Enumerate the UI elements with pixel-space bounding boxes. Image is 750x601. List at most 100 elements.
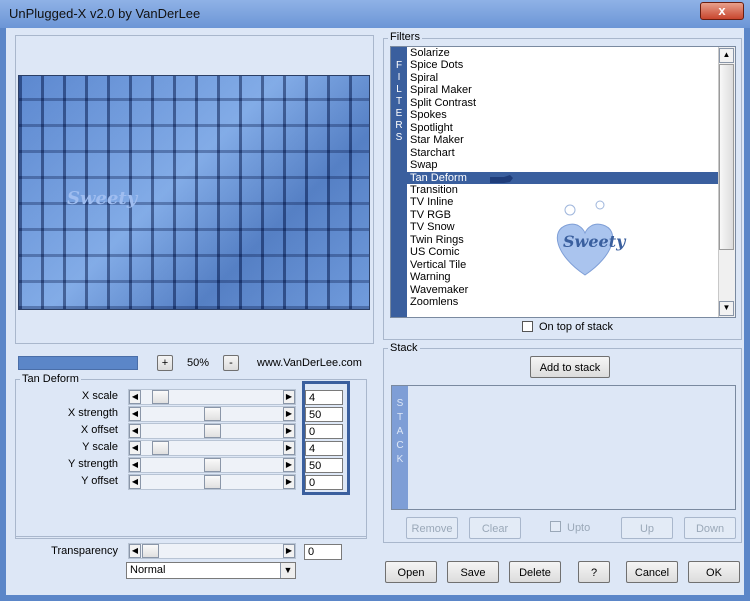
param-value-field[interactable]: 4	[305, 441, 343, 456]
filter-item[interactable]: Wavemaker	[410, 284, 468, 296]
transparency-right-arrow[interactable]: ▶	[283, 544, 295, 558]
slider-left-arrow-icon[interactable]: ◀	[129, 407, 141, 421]
filters-scroll-thumb[interactable]	[719, 64, 734, 250]
slider-left-arrow-icon[interactable]: ◀	[129, 441, 141, 455]
filter-item[interactable]: Vertical Tile	[410, 259, 466, 271]
delete-button[interactable]: Delete	[509, 561, 561, 583]
window-title: UnPlugged-X v2.0 by VanDerLee	[9, 6, 201, 21]
filter-item[interactable]: Solarize	[410, 47, 450, 59]
transparency-value[interactable]: 0	[304, 544, 342, 560]
slider-right-arrow-icon[interactable]: ▶	[283, 407, 295, 421]
filter-item[interactable]: TV Inline	[410, 196, 453, 208]
param-slider-thumb[interactable]	[152, 390, 169, 404]
filters-side-letter: E	[395, 108, 403, 119]
stack-side-letter: K	[396, 454, 404, 465]
zoom-out-button[interactable]: -	[223, 355, 239, 371]
close-button[interactable]: x	[700, 2, 744, 20]
param-value-field[interactable]: 0	[305, 475, 343, 490]
slider-right-arrow-icon[interactable]: ▶	[283, 441, 295, 455]
filter-item[interactable]: Transition	[410, 184, 458, 196]
stack-side-letter: A	[396, 426, 404, 437]
open-button[interactable]: Open	[385, 561, 437, 583]
slider-left-arrow-icon[interactable]: ◀	[129, 390, 141, 404]
param-label: Y strength	[68, 458, 118, 470]
filters-group-label: Filters	[388, 31, 422, 43]
stack-side-letter: C	[396, 440, 404, 451]
slider-right-arrow-icon[interactable]: ▶	[283, 424, 295, 438]
on-top-checkbox[interactable]	[522, 321, 533, 332]
transparency-thumb[interactable]	[142, 544, 159, 558]
zoom-value: 50%	[187, 357, 210, 369]
filter-item[interactable]: Split Contrast	[410, 97, 476, 109]
divider	[16, 536, 366, 537]
ok-button[interactable]: OK	[688, 561, 740, 583]
upto-label: Upto	[567, 522, 591, 534]
save-button[interactable]: Save	[447, 561, 499, 583]
param-label: X scale	[81, 390, 118, 402]
stack-side-letter: S	[396, 398, 404, 409]
filter-item[interactable]: TV Snow	[410, 221, 455, 233]
slider-right-arrow-icon[interactable]: ▶	[283, 390, 295, 404]
param-value-field[interactable]: 50	[305, 407, 343, 422]
upto-checkbox[interactable]	[550, 521, 561, 532]
param-label: X offset	[80, 424, 118, 436]
filters-side-letter: T	[395, 96, 403, 107]
blend-mode-value: Normal	[130, 564, 166, 576]
filter-item[interactable]: Warning	[410, 271, 451, 283]
scroll-down-icon[interactable]: ▼	[719, 301, 734, 316]
param-label: Y offset	[81, 475, 118, 487]
filters-side-letter: I	[397, 72, 401, 83]
filter-item[interactable]: Swap	[410, 159, 438, 171]
stack-side-letter: T	[396, 412, 404, 423]
slider-left-arrow-icon[interactable]: ◀	[129, 424, 141, 438]
filter-item[interactable]: Spiral Maker	[410, 84, 472, 96]
param-slider-thumb[interactable]	[204, 475, 221, 489]
filter-item[interactable]: Spotlight	[410, 122, 453, 134]
pointing-hand-icon	[490, 172, 514, 186]
slider-left-arrow-icon[interactable]: ◀	[129, 475, 141, 489]
filter-item[interactable]: Starchart	[410, 147, 455, 159]
filter-item[interactable]: Twin Rings	[410, 234, 464, 246]
up-button[interactable]: Up	[621, 517, 673, 539]
remove-button[interactable]: Remove	[406, 517, 458, 539]
transparency-left-arrow[interactable]: ◀	[129, 544, 141, 558]
filter-item-selected[interactable]: Tan Deform	[410, 172, 467, 184]
slider-left-arrow-icon[interactable]: ◀	[129, 458, 141, 472]
filter-item[interactable]: US Comic	[410, 246, 460, 258]
down-button[interactable]: Down	[684, 517, 736, 539]
add-to-stack-button[interactable]: Add to stack	[530, 356, 610, 378]
preview-image[interactable]: Sweety	[18, 75, 370, 310]
stack-list[interactable]	[391, 385, 736, 510]
param-slider-thumb[interactable]	[204, 458, 221, 472]
filter-item[interactable]: Spokes	[410, 109, 447, 121]
scroll-up-icon[interactable]: ▲	[719, 48, 734, 63]
website-link[interactable]: www.VanDerLee.com	[257, 357, 362, 369]
transparency-label: Transparency	[51, 545, 118, 557]
param-value-field[interactable]: 50	[305, 458, 343, 473]
filter-item[interactable]: Zoomlens	[410, 296, 458, 308]
zoom-in-button[interactable]: +	[157, 355, 173, 371]
blend-mode-select[interactable]: Normal ▼	[126, 562, 296, 579]
help-button[interactable]: ?	[578, 561, 610, 583]
filters-side-letter: F	[395, 60, 403, 71]
param-slider-thumb[interactable]	[204, 407, 221, 421]
param-value-field[interactable]: 0	[305, 424, 343, 439]
filters-side-letter: R	[395, 120, 403, 131]
filter-item[interactable]: Spiral	[410, 72, 438, 84]
param-slider-thumb[interactable]	[204, 424, 221, 438]
stack-group-label: Stack	[388, 342, 420, 354]
progress-bar	[18, 356, 138, 370]
param-value-field[interactable]: 4	[305, 390, 343, 405]
filter-item[interactable]: Star Maker	[410, 134, 464, 146]
filters-side-letter: S	[395, 132, 403, 143]
param-slider-thumb[interactable]	[152, 441, 169, 455]
filter-item[interactable]: Spice Dots	[410, 59, 463, 71]
close-icon: x	[718, 3, 726, 18]
slider-right-arrow-icon[interactable]: ▶	[283, 458, 295, 472]
filter-item[interactable]: TV RGB	[410, 209, 451, 221]
preview-watermark: Sweety	[67, 188, 138, 209]
cancel-button[interactable]: Cancel	[626, 561, 678, 583]
clear-button[interactable]: Clear	[469, 517, 521, 539]
slider-right-arrow-icon[interactable]: ▶	[283, 475, 295, 489]
on-top-label: On top of stack	[539, 321, 613, 333]
